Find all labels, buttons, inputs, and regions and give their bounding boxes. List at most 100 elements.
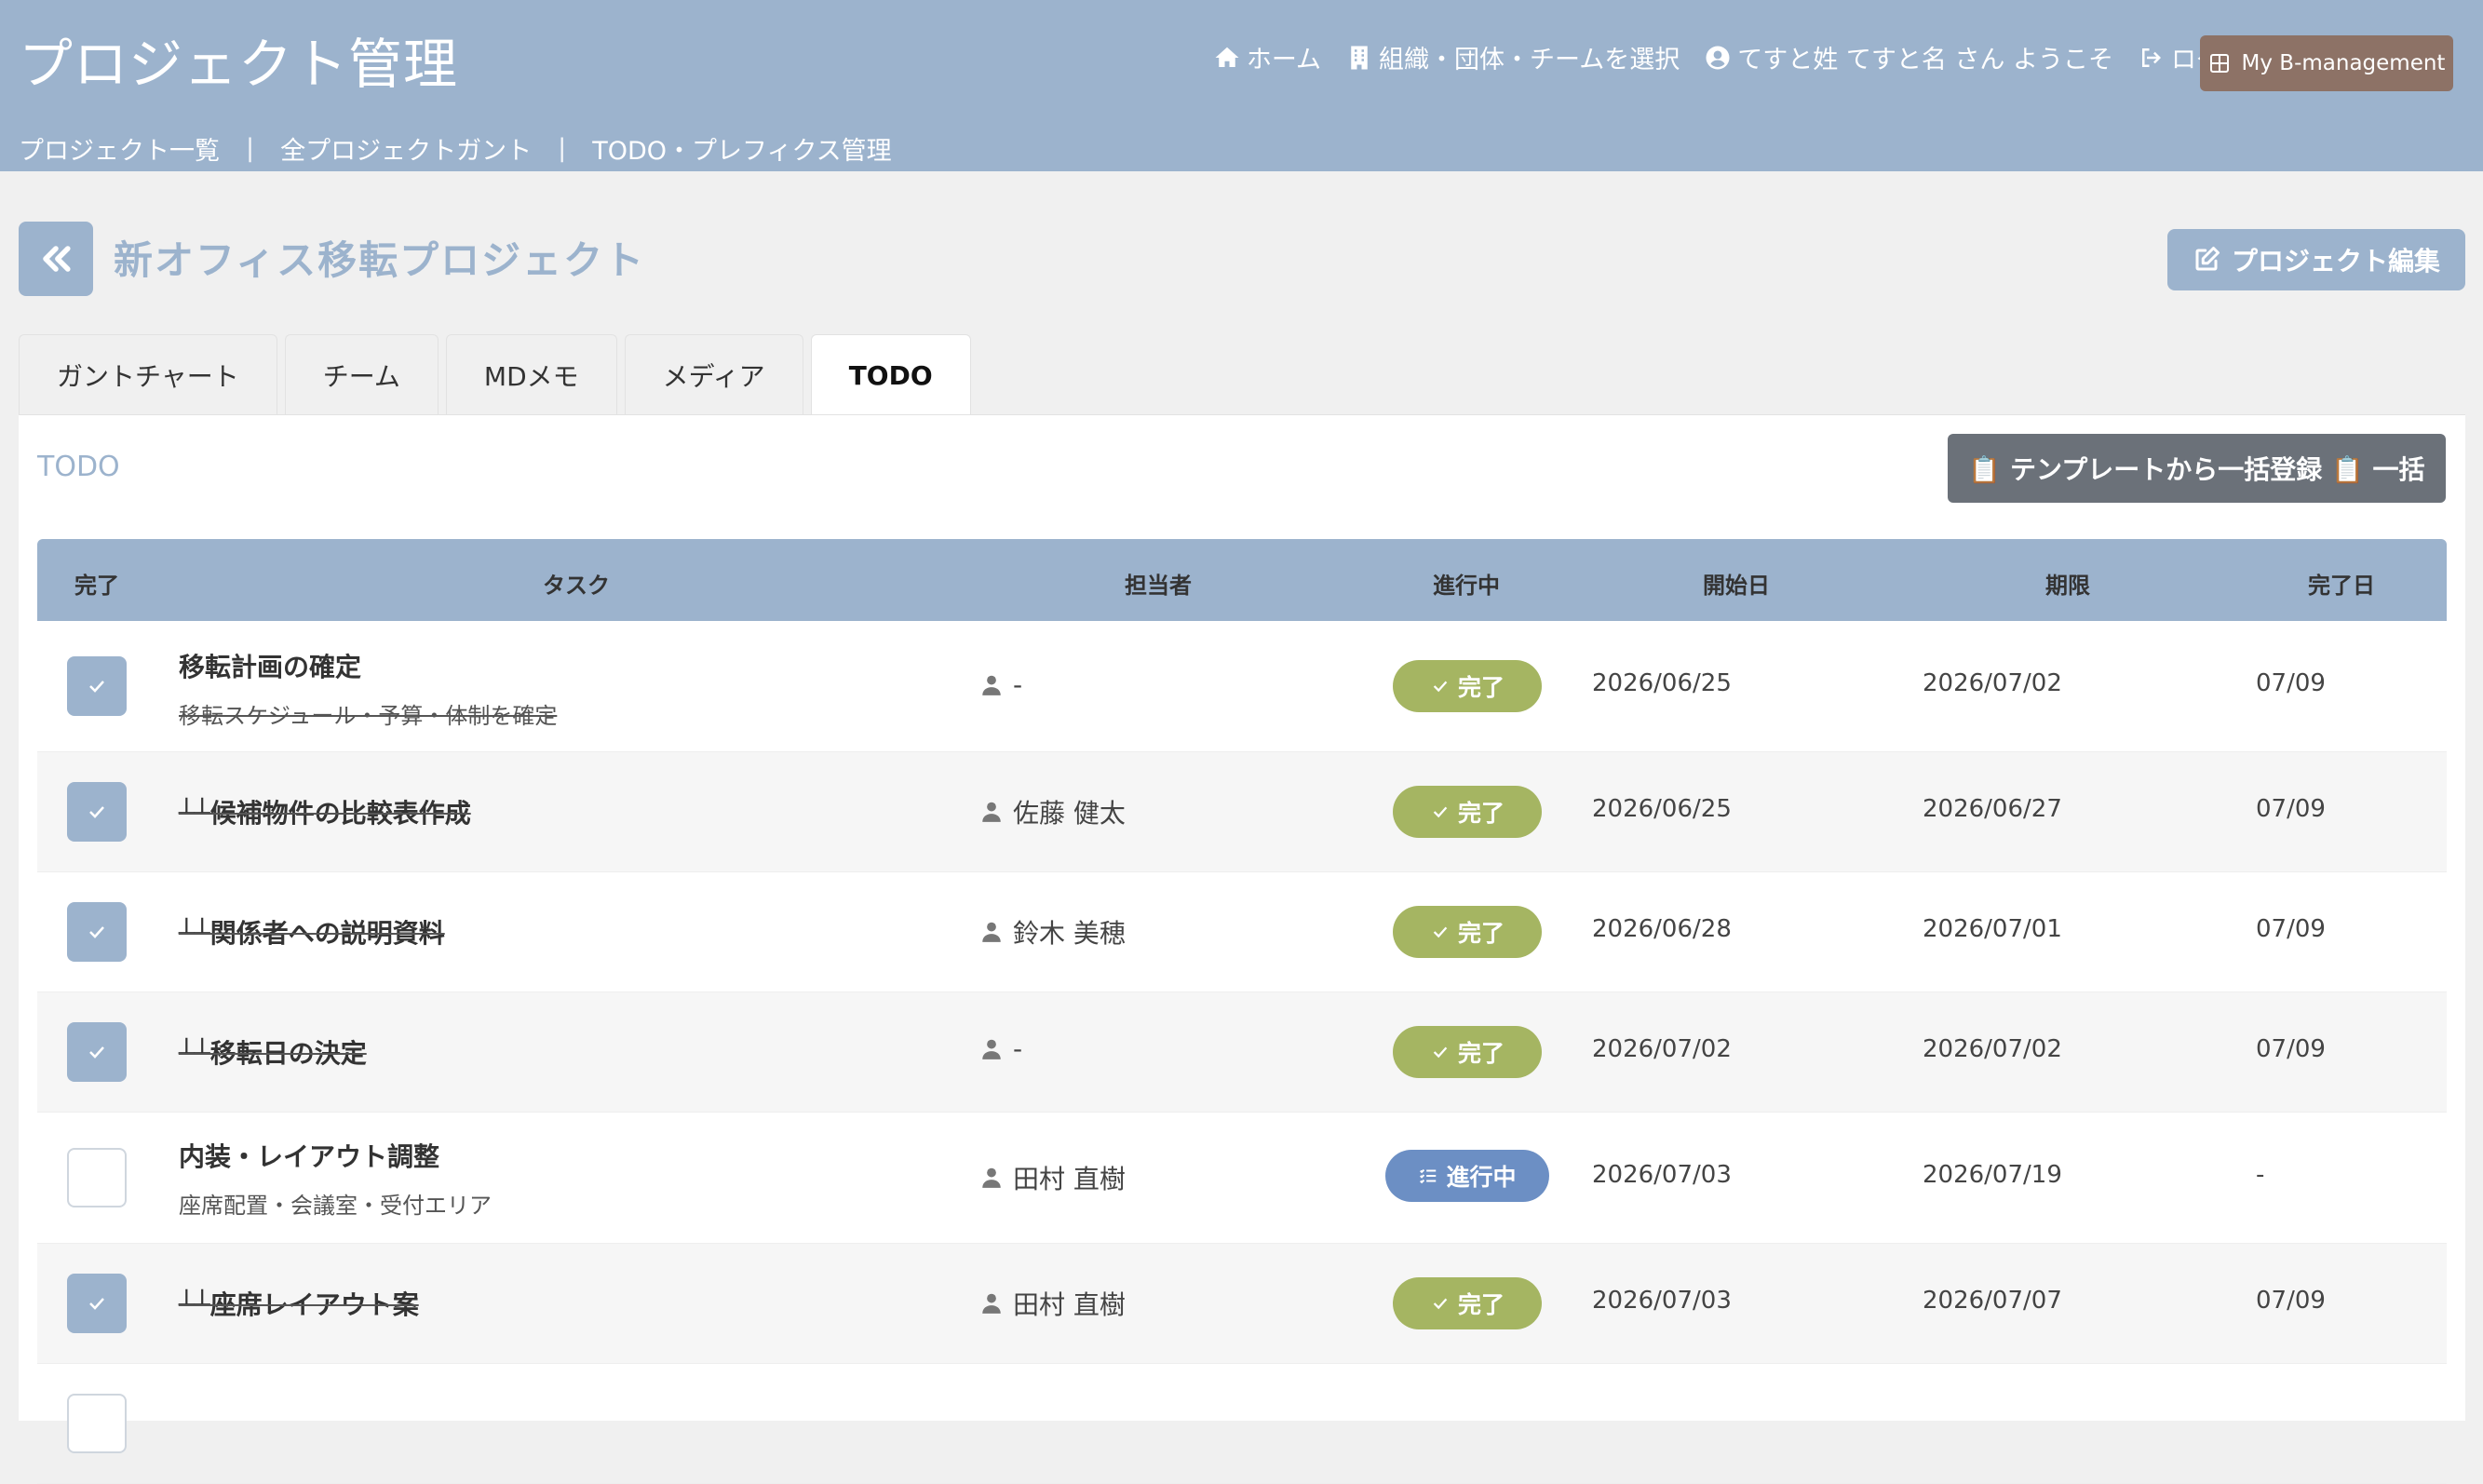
status-label: 完了	[1457, 674, 1505, 701]
assignee-name: 佐藤 健太	[1013, 798, 1126, 829]
header-due-date: 期限	[2045, 573, 2090, 599]
project-edit-button[interactable]: プロジェクト編集	[2167, 229, 2465, 290]
done-checkbox[interactable]	[67, 1022, 127, 1082]
table-row[interactable]: ┴┴移転日の決定 - 完了 2026/07/02 2026/07/02 07/0…	[37, 992, 2447, 1113]
done-checkbox[interactable]	[67, 1274, 127, 1333]
assignee: -	[979, 669, 1022, 700]
task-description: 移転スケジュール・予算・体制を確定	[179, 703, 558, 729]
task-title[interactable]: ┴┴関係者への説明資料	[179, 913, 445, 951]
assignee: -	[979, 1033, 1022, 1064]
grid-icon	[2209, 54, 2229, 73]
due-date: 2026/07/01	[1923, 915, 2062, 943]
welcome-text: てすと姓 てすと名 さん ようこそ	[1737, 46, 2113, 74]
nav-org-select-label: 組織・団体・チームを選択	[1379, 46, 1680, 74]
due-date: 2026/07/02	[1923, 1035, 2062, 1063]
assignee-name: -	[1013, 669, 1023, 700]
assignee-name: 田村 直樹	[1013, 1164, 1126, 1194]
task-title[interactable]: ┴┴座席レイアウト案	[179, 1285, 419, 1322]
assignee-name: 田村 直樹	[1013, 1289, 1126, 1320]
due-date: 2026/07/07	[1923, 1287, 2062, 1315]
tab-todo[interactable]: TODO	[810, 334, 971, 416]
start-date: 2026/06/28	[1592, 915, 1732, 943]
assignee: 田村 直樹	[979, 1285, 1126, 1322]
status-badge[interactable]: 完了	[1393, 786, 1542, 838]
subnav-todo-prefix[interactable]: TODO・プレフィクス管理	[592, 130, 891, 167]
my-b-management-button[interactable]: My B-management	[2200, 35, 2453, 91]
status-badge[interactable]: 完了	[1393, 1026, 1542, 1078]
status-badge[interactable]: 進行中	[1385, 1150, 1549, 1202]
task-title[interactable]: ┴┴移転日の決定	[179, 1033, 367, 1071]
table-row[interactable]: ┴┴候補物件の比較表作成 佐藤 健太 完了 2026/06/25 2026/06…	[37, 752, 2447, 872]
completed-date: -	[2256, 1161, 2265, 1189]
tab-gantt[interactable]: ガントチャート	[19, 334, 277, 414]
user-icon	[982, 802, 1001, 822]
tab-team[interactable]: チーム	[284, 334, 439, 414]
app-title[interactable]: プロジェクト管理	[19, 20, 458, 99]
tab-media[interactable]: メディア	[624, 334, 803, 414]
assignee-name: -	[1013, 1033, 1023, 1064]
subnav-gantt-all[interactable]: 全プロジェクトガント	[280, 130, 532, 167]
back-button[interactable]	[19, 222, 93, 296]
user-circle-icon	[1706, 46, 1730, 69]
todo-panel: TODO 📋 テンプレートから一括登録 📋 一括 完了 タスク 担当者 進行中 …	[19, 414, 2465, 1484]
logout-icon	[2142, 47, 2161, 67]
status-badge[interactable]: 完了	[1393, 660, 1542, 712]
start-date: 2026/07/03	[1592, 1161, 1732, 1189]
check-icon	[1433, 1298, 1448, 1310]
list-check-icon	[1420, 1168, 1437, 1184]
status-label: 完了	[1457, 1291, 1505, 1318]
done-checkbox[interactable]	[67, 782, 127, 842]
template-bulk-register-button[interactable]: 📋 テンプレートから一括登録 📋 一括	[1948, 434, 2446, 503]
task-description: 座席配置・会議室・受付エリア	[179, 1193, 492, 1219]
status-label: 完了	[1457, 1040, 1505, 1067]
user-icon	[982, 922, 1001, 942]
completed-date: 07/09	[2256, 669, 2326, 697]
start-date: 2026/07/02	[1592, 1035, 1732, 1063]
nav-home-label: ホーム	[1246, 46, 1322, 74]
app-header: プロジェクト管理 ホーム 組織・団体・チームを選択 てすと姓 てすと名 さん よ…	[0, 0, 2483, 171]
task-title[interactable]: ┴┴候補物件の比較表作成	[179, 793, 471, 830]
user-icon	[982, 1293, 1001, 1314]
done-checkbox[interactable]	[67, 1394, 127, 1453]
my-b-management-label: My B-management	[2241, 51, 2446, 75]
check-icon	[1433, 681, 1448, 693]
tab-md-memo[interactable]: MDメモ	[445, 334, 617, 414]
table-header: 完了 タスク 担当者 進行中 開始日 期限 完了日	[37, 539, 2447, 621]
nav-org-select[interactable]: 組織・団体・チームを選択	[1345, 39, 1680, 75]
check-icon	[89, 1046, 104, 1059]
user-icon	[982, 675, 1001, 695]
user-icon	[982, 1167, 1001, 1188]
check-icon	[1433, 926, 1448, 938]
todo-table: 完了 タスク 担当者 進行中 開始日 期限 完了日 移転計画の確定 移転スケジュ…	[37, 539, 2447, 1484]
nav-home[interactable]: ホーム	[1213, 39, 1321, 75]
header-done: 完了	[74, 573, 119, 599]
assignee-name: 鈴木 美穂	[1013, 918, 1126, 949]
status-badge[interactable]: 完了	[1393, 1277, 1542, 1329]
tab-bar: ガントチャート チーム MDメモ メディア TODO	[19, 334, 971, 416]
done-checkbox[interactable]	[67, 902, 127, 962]
status-label: 完了	[1457, 800, 1505, 827]
completed-date: 07/09	[2256, 1035, 2326, 1063]
task-title[interactable]: 内装・レイアウト調整	[179, 1137, 439, 1174]
assignee: 佐藤 健太	[979, 793, 1126, 830]
task-title[interactable]: 移転計画の確定	[179, 647, 361, 684]
status-badge[interactable]: 完了	[1393, 906, 1542, 958]
nav-user[interactable]: てすと姓 てすと名 さん ようこそ	[1704, 39, 2113, 75]
start-date: 2026/06/25	[1592, 669, 1732, 697]
table-row[interactable]: 移転計画の確定 移転スケジュール・予算・体制を確定 - 完了 2026/06/2…	[37, 621, 2447, 752]
completed-date: 07/09	[2256, 1287, 2326, 1315]
todo-section-label: TODO	[37, 451, 120, 483]
done-checkbox[interactable]	[67, 1148, 127, 1207]
table-row[interactable]: ┴┴座席レイアウト案 田村 直樹 完了 2026/07/03 2026/07/0…	[37, 1244, 2447, 1364]
subnav-projects[interactable]: プロジェクト一覧	[19, 130, 220, 167]
done-checkbox[interactable]	[67, 656, 127, 716]
table-row[interactable]	[37, 1364, 2447, 1484]
double-chevron-left-icon	[43, 246, 71, 272]
table-row[interactable]: ┴┴関係者への説明資料 鈴木 美穂 完了 2026/06/28 2026/07/…	[37, 872, 2447, 992]
status-label: 完了	[1457, 920, 1505, 947]
user-icon	[982, 1039, 1001, 1059]
check-icon	[89, 1298, 104, 1310]
table-row[interactable]: 内装・レイアウト調整 座席配置・会議室・受付エリア 田村 直樹 進行中 2026…	[37, 1113, 2447, 1244]
header-completed-date: 完了日	[2308, 573, 2375, 599]
project-edit-label: プロジェクト編集	[2231, 246, 2440, 277]
